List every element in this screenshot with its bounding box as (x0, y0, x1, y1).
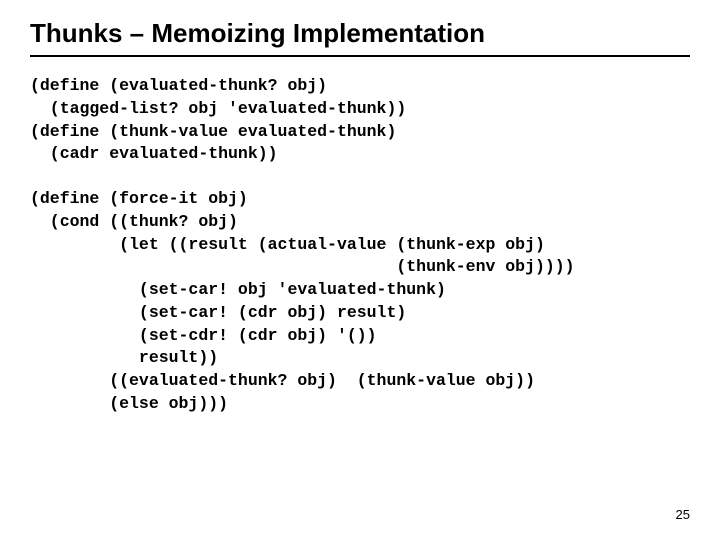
code-block-2: (define (force-it obj) (cond ((thunk? ob… (30, 188, 690, 416)
slide-content: Thunks – Memoizing Implementation (defin… (0, 0, 720, 416)
spacer (30, 166, 690, 188)
title-rule (30, 55, 690, 57)
slide-title: Thunks – Memoizing Implementation (30, 18, 690, 49)
page-number: 25 (676, 507, 690, 522)
code-block-1: (define (evaluated-thunk? obj) (tagged-l… (30, 75, 690, 166)
